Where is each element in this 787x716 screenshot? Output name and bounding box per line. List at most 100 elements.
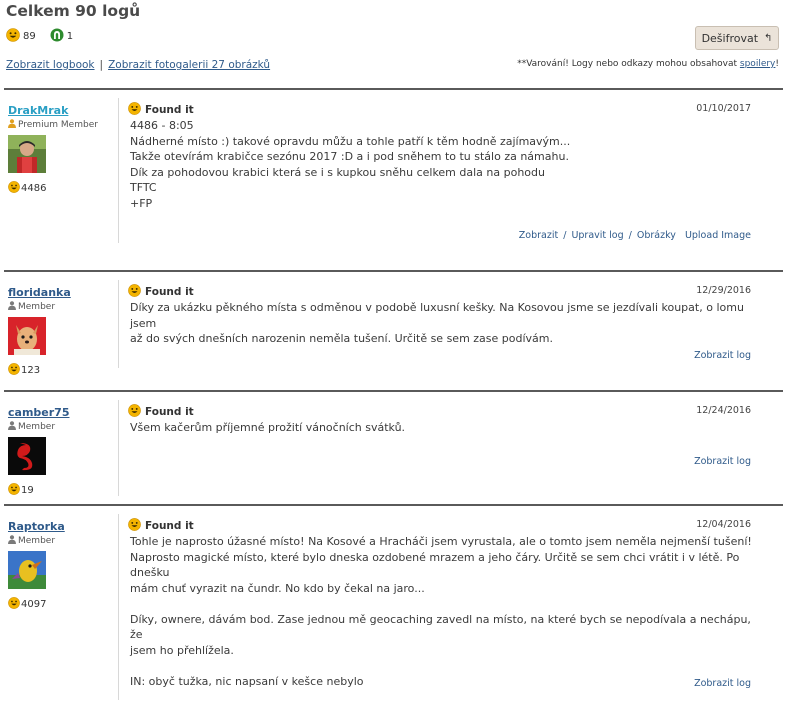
log-entry: DrakMrak Premium Member 4486 Found it 01… (0, 90, 787, 270)
avatar[interactable] (8, 551, 46, 589)
found-it-icon (6, 28, 20, 45)
found-it-icon (128, 518, 141, 534)
log-line: Naprosto magické místo, které bylo dnesk… (130, 550, 740, 580)
log-line: Tohle je naprosto úžasné místo! Na Kosov… (130, 535, 752, 548)
logs-header: Celkem 90 logů 89 1 Dešifrovat ↰ Zobrazi… (0, 0, 787, 88)
role-label: Member (18, 422, 56, 432)
avatar[interactable] (8, 135, 46, 173)
found-count: 89 (23, 31, 36, 42)
log-line: Díky, ownere, dávám bod. Zase jednou mě … (130, 612, 751, 642)
log-date: 01/10/2017 (696, 103, 751, 114)
column-divider (118, 280, 119, 368)
member-role: Member (8, 301, 118, 313)
log-actions: Zobrazit log (694, 456, 751, 467)
finds-count: 123 (21, 365, 41, 376)
undo-arrow-icon: ↰ (764, 32, 773, 44)
warning-prefix: **Varování! Logy nebo odkazy mohou obsah… (517, 59, 740, 69)
log-line: TFTC (130, 181, 157, 194)
view-log-link[interactable]: Zobrazit log (694, 678, 751, 689)
log-counts: 89 1 (6, 28, 87, 45)
user-finds: 4097 (8, 597, 118, 612)
log-type: Found it (128, 404, 194, 420)
role-label: Premium Member (18, 120, 98, 130)
finds-count: 4097 (21, 599, 47, 610)
log-actions: Zobrazit log (694, 350, 751, 361)
username-link[interactable]: DrakMrak (8, 104, 118, 117)
log-text: 4486 - 8:05 Nádherné místo :) takové opr… (130, 118, 755, 211)
log-line: Všem kačerům příjemné prožití vánočních … (130, 421, 406, 434)
log-line: Nádherné místo :) takové opravdu můžu a … (130, 134, 571, 148)
view-link[interactable]: Zobrazit (519, 230, 558, 241)
member-role: Premium Member (8, 119, 118, 131)
view-log-link[interactable]: Zobrazit log (694, 456, 751, 467)
log-user: Raptorka Member 4097 (8, 520, 118, 612)
user-finds: 4486 (8, 181, 118, 196)
log-entry: floridanka Member 123 Found it 12/29/201… (0, 272, 787, 390)
column-divider (118, 98, 119, 243)
found-it-icon (8, 181, 20, 196)
log-links: Zobrazit logbook | Zobrazit fotogalerii … (6, 59, 270, 71)
edit-log-link[interactable]: Upravit log (571, 230, 623, 241)
log-type-label: Found it (145, 104, 194, 116)
role-label: Member (18, 536, 56, 546)
log-type: Found it (128, 518, 194, 534)
spoiler-link[interactable]: spoilery (740, 59, 775, 69)
attended-count: 1 (66, 31, 74, 42)
images-link[interactable]: Obrázky (637, 230, 676, 241)
decode-label: Dešifrovat (701, 31, 759, 45)
view-logbook-link[interactable]: Zobrazit logbook (6, 59, 95, 71)
upload-image-link[interactable]: Upload Image (685, 230, 751, 241)
log-line: Dík za pohodovou krabici která se i s ku… (130, 165, 545, 179)
view-gallery-link[interactable]: Zobrazit fotogalerii 27 obrázků (108, 59, 270, 71)
attended-icon (50, 28, 64, 45)
log-date: 12/24/2016 (696, 405, 751, 416)
warning-suffix: ! (775, 59, 779, 69)
column-divider (118, 514, 119, 700)
user-finds: 123 (8, 363, 118, 378)
link-separator: | (99, 59, 104, 71)
person-icon (8, 301, 16, 313)
avatar[interactable] (8, 317, 46, 355)
found-it-icon (8, 483, 20, 498)
log-line: mám chuť vyrazit na čundr. No kdo by ček… (130, 581, 425, 595)
found-it-icon (8, 597, 20, 612)
found-it-icon (128, 404, 141, 420)
log-entry: Raptorka Member 4097 Found it 12/04/2016… (0, 506, 787, 716)
page-title: Celkem 90 logů (6, 2, 141, 20)
finds-count: 19 (21, 485, 34, 496)
log-actions: Zobrazit / Upravit log / Obrázky Upload … (518, 230, 751, 241)
column-divider (118, 400, 119, 496)
log-text: Všem kačerům příjemné prožití vánočních … (130, 420, 755, 436)
log-type: Found it (128, 284, 194, 300)
log-user: floridanka Member 123 (8, 286, 118, 378)
person-icon (8, 421, 16, 433)
log-line: jsem ho přehlížela. (130, 643, 234, 657)
log-user: DrakMrak Premium Member 4486 (8, 104, 118, 196)
log-type-label: Found it (145, 520, 194, 532)
log-date: 12/29/2016 (696, 285, 751, 296)
log-text: Tohle je naprosto úžasné místo! Na Kosov… (130, 534, 755, 689)
log-actions: Zobrazit log (694, 678, 751, 689)
decode-button[interactable]: Dešifrovat ↰ (695, 26, 779, 50)
username-link[interactable]: camber75 (8, 406, 118, 419)
found-it-icon (128, 284, 141, 300)
log-text: Díky za ukázku pěkného místa s odměnou v… (130, 300, 755, 347)
log-type-label: Found it (145, 286, 194, 298)
avatar[interactable] (8, 437, 46, 475)
log-user: camber75 Member 19 (8, 406, 118, 498)
person-icon (8, 119, 16, 131)
member-role: Member (8, 535, 118, 547)
log-line: Díky za ukázku pěkného místa s odměnou v… (130, 301, 744, 330)
log-line: +FP (130, 196, 153, 210)
username-link[interactable]: floridanka (8, 286, 118, 299)
finds-count: 4486 (21, 183, 47, 194)
view-log-link[interactable]: Zobrazit log (694, 350, 751, 361)
log-line: Takže otevírám krabičce sezónu 2017 :D a… (130, 150, 569, 163)
found-it-icon (128, 102, 141, 118)
log-line: až do svých dnešních narozenin neměla tu… (130, 332, 554, 345)
username-link[interactable]: Raptorka (8, 520, 118, 533)
member-role: Member (8, 421, 118, 433)
log-type-label: Found it (145, 406, 194, 418)
log-type: Found it (128, 102, 194, 118)
role-label: Member (18, 302, 56, 312)
